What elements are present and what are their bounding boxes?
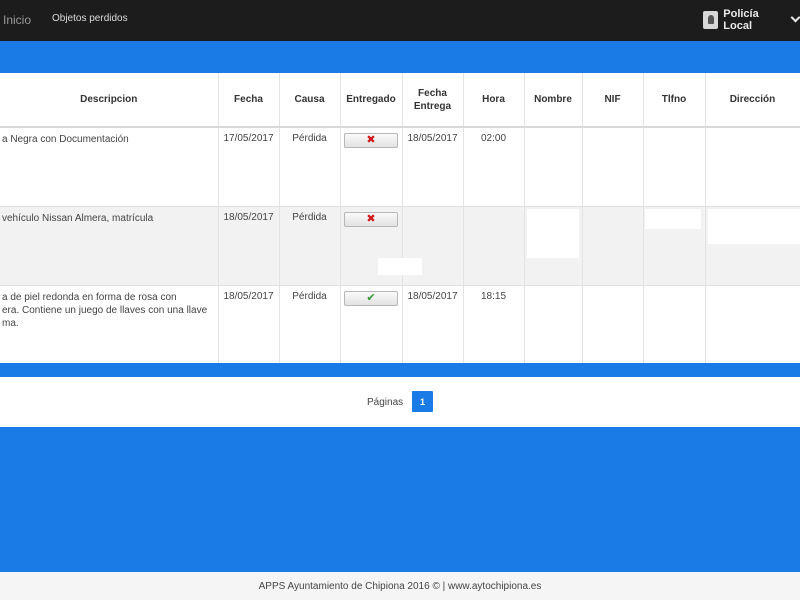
entregado-toggle-button[interactable]: ✖ <box>344 133 398 148</box>
page-button-current[interactable]: 1 <box>412 391 433 412</box>
cell-entregado: ✖ <box>340 127 403 207</box>
entregado-toggle-button[interactable]: ✔ <box>344 290 398 306</box>
col-header-fecha[interactable]: Fecha <box>218 73 280 128</box>
cell-nombre <box>524 285 583 364</box>
x-icon: ✖ <box>366 212 376 225</box>
table-bottom-band <box>0 363 800 377</box>
entregado-toggle-button[interactable]: ✖ <box>344 211 398 227</box>
col-header-fecha-entrega[interactable]: Fecha Entrega <box>402 73 464 128</box>
col-header-causa[interactable]: Causa <box>279 73 341 128</box>
cell-hora: 02:00 <box>463 127 525 207</box>
pagination-label: Páginas <box>367 397 404 408</box>
footer-text: APPS Ayuntamiento de Chipiona 2016 © | w… <box>258 580 542 592</box>
cell-nombre <box>524 127 583 207</box>
check-icon: ✔ <box>366 291 376 304</box>
cell-nif <box>582 206 644 286</box>
nav-home-link[interactable]: Inicio <box>3 13 31 27</box>
cell-fecha-entrega: 18/05/2017 <box>402 127 464 207</box>
cell-nif <box>582 285 644 364</box>
cell-descripcion: a Negra con Documentación <box>0 127 219 207</box>
col-header-descripcion[interactable]: Descripcion <box>0 73 219 128</box>
col-header-hora[interactable]: Hora <box>463 73 525 128</box>
cell-tlfno <box>643 285 706 364</box>
cell-causa: Pérdida <box>279 285 341 364</box>
header-band <box>0 41 800 73</box>
col-header-tlfno[interactable]: Tlfno <box>643 73 706 128</box>
cell-fecha: 18/05/2017 <box>218 285 280 364</box>
col-header-nif[interactable]: NIF <box>582 73 644 128</box>
cell-entregado: ✔ <box>340 285 403 364</box>
cell-direccion <box>705 285 800 364</box>
page-footer: APPS Ayuntamiento de Chipiona 2016 © | w… <box>0 572 800 600</box>
col-header-entregado[interactable]: Entregado <box>340 73 403 128</box>
cell-fecha: 17/05/2017 <box>218 127 280 207</box>
nav-lost-objects-link[interactable]: Objetos perdidos <box>52 13 128 24</box>
user-avatar-icon <box>703 11 719 29</box>
redaction-patch <box>378 258 422 275</box>
cell-causa: Pérdida <box>279 206 341 286</box>
cell-fecha-entrega: 18/05/2017 <box>402 285 464 364</box>
cell-causa: Pérdida <box>279 127 341 207</box>
x-icon: ✖ <box>366 134 376 146</box>
cell-tlfno <box>643 127 706 207</box>
cell-hora <box>463 206 525 286</box>
user-menu[interactable]: Policía Local <box>703 8 800 32</box>
redaction-patch <box>527 209 579 258</box>
redaction-patch <box>645 209 701 229</box>
table-row[interactable]: a Negra con Documentación 17/05/2017 Pér… <box>0 127 800 207</box>
table-header-row: Descripcion Fecha Causa Entregado Fecha … <box>0 73 800 128</box>
col-header-direccion[interactable]: Dirección <box>705 73 800 128</box>
chevron-down-icon <box>791 14 800 23</box>
cell-fecha: 18/05/2017 <box>218 206 280 286</box>
cell-direccion <box>705 127 800 207</box>
col-header-nombre[interactable]: Nombre <box>524 73 583 128</box>
redaction-patch <box>708 209 800 244</box>
lost-objects-table-container: Descripcion Fecha Causa Entregado Fecha … <box>0 73 800 364</box>
cell-nif <box>582 127 644 207</box>
table-row[interactable]: a de piel redonda en forma de rosa con e… <box>0 285 800 364</box>
cell-descripcion: vehículo Nissan Almera, matrícula <box>0 206 219 286</box>
top-navbar: Inicio Objetos perdidos Policía Local <box>0 0 800 41</box>
footer-band <box>0 427 800 572</box>
pagination: Páginas 1 <box>0 377 800 427</box>
cell-hora: 18:15 <box>463 285 525 364</box>
cell-descripcion: a de piel redonda en forma de rosa con e… <box>0 285 219 364</box>
user-menu-label: Policía Local <box>723 8 759 32</box>
